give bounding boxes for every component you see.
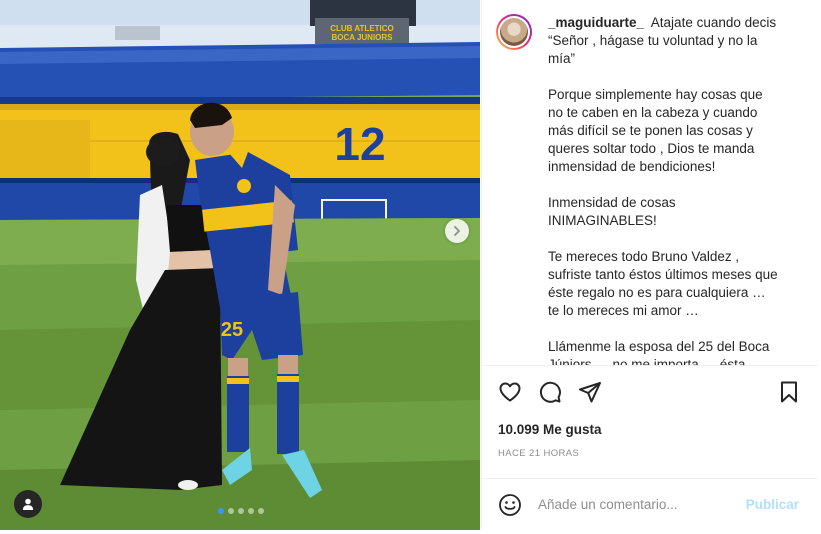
carousel-dot (238, 508, 244, 514)
svg-text:12: 12 (334, 118, 385, 170)
publish-button[interactable]: Publicar (746, 497, 799, 512)
caption-paragraph: Llámenme la esposa del 25 del Boca Júnio… (548, 339, 770, 365)
carousel-indicator (218, 508, 264, 514)
tagged-users-button[interactable] (14, 490, 42, 518)
person-icon (22, 498, 34, 510)
caption-paragraph: Te mereces todo Bruno Valdez , sufriste … (548, 249, 778, 318)
post-photo[interactable]: CLUB ATLETICO BOCA JUNIORS 12 25 (0, 0, 480, 530)
bookmark-icon[interactable] (777, 380, 801, 404)
caption-area: _maguiduarte_ Atajate cuando decis “Seño… (482, 0, 817, 365)
comment-bubble-icon[interactable] (538, 380, 562, 404)
carousel-dot (248, 508, 254, 514)
post-timestamp[interactable]: HACE 21 HORAS (498, 448, 579, 459)
caption-row: _maguiduarte_ Atajate cuando decis “Seño… (496, 14, 801, 365)
comment-form: Publicar (482, 478, 817, 530)
carousel-dot (228, 508, 234, 514)
stadium-couple-image: CLUB ATLETICO BOCA JUNIORS 12 25 (0, 0, 480, 530)
caption-paragraph: Porque simplemente hay cosas que no te c… (548, 87, 763, 174)
post-side-panel: _maguiduarte_ Atajate cuando decis “Seño… (481, 0, 817, 530)
heart-icon[interactable] (498, 380, 522, 404)
actions-area: 10.099 Me gusta HACE 21 HORAS (482, 365, 817, 470)
svg-text:BOCA JUNIORS: BOCA JUNIORS (331, 33, 393, 42)
paper-plane-icon[interactable] (578, 380, 602, 404)
carousel-dot (258, 508, 264, 514)
caption-paragraph: Inmensidad de cosas INIMAGINABLES! (548, 195, 676, 228)
svg-text:CLUB ATLETICO: CLUB ATLETICO (330, 24, 394, 33)
instagram-post-modal: CLUB ATLETICO BOCA JUNIORS 12 25 _maguid… (0, 0, 821, 534)
avatar[interactable] (496, 14, 532, 50)
likes-count[interactable]: 10.099 Me gusta (498, 422, 602, 437)
username-link[interactable]: _maguiduarte_ (548, 15, 644, 30)
caption-text: _maguiduarte_ Atajate cuando decis “Seño… (548, 14, 780, 365)
emoji-smile-icon[interactable] (498, 493, 522, 517)
svg-text:25: 25 (221, 319, 243, 341)
action-bar (498, 380, 602, 404)
carousel-dot-active (218, 508, 224, 514)
carousel-next-button[interactable] (445, 219, 469, 243)
caption-paragraph: _maguiduarte_ Atajate cuando decis “Seño… (548, 15, 777, 66)
chevron-right-icon (454, 226, 460, 236)
comment-input[interactable] (538, 497, 746, 512)
